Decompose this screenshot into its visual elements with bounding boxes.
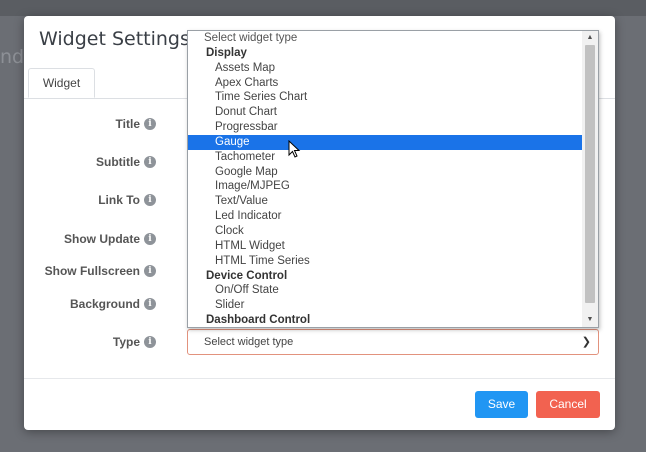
show-update-label-text: Show Update	[63, 232, 140, 246]
modal-title: Widget Settings	[39, 28, 190, 50]
scroll-up-icon[interactable]: ▲	[582, 32, 598, 44]
tab-widget[interactable]: Widget	[28, 68, 95, 98]
type-select-value: Select widget type	[204, 336, 294, 348]
option-list: Select widget type Display Assets Map Apex …	[188, 31, 582, 327]
option-assets-map[interactable]: Assets Map	[188, 61, 582, 76]
option-led-indicator[interactable]: Led Indicator	[188, 209, 582, 224]
option-html-widget[interactable]: HTML Widget	[188, 239, 582, 254]
option-select-widget-type[interactable]: Select widget type	[188, 31, 582, 46]
option-slider[interactable]: Slider	[188, 298, 582, 313]
link-to-label: Link To i	[98, 193, 156, 207]
background-label-text: Background	[69, 297, 140, 311]
option-google-map[interactable]: Google Map	[188, 165, 582, 180]
save-button[interactable]: Save	[475, 391, 528, 418]
cancel-button[interactable]: Cancel	[536, 391, 600, 418]
title-label-text: Title	[115, 117, 140, 131]
option-group-display: Display	[206, 46, 247, 59]
type-select[interactable]: Select widget type ❯	[187, 329, 599, 355]
type-label-text: Type	[112, 335, 140, 349]
info-icon[interactable]: i	[144, 336, 156, 348]
title-label: Title i	[116, 117, 156, 131]
scrollbar[interactable]: ▲ ▼	[582, 31, 598, 327]
option-progressbar[interactable]: Progressbar	[188, 120, 582, 135]
show-update-label: Show Update i	[64, 232, 156, 246]
footer-divider	[24, 378, 615, 379]
option-text-value[interactable]: Text/Value	[188, 194, 582, 209]
mouse-pointer-icon	[288, 140, 301, 158]
subtitle-label: Subtitle i	[96, 155, 156, 169]
info-icon[interactable]: i	[144, 194, 156, 206]
option-clock[interactable]: Clock	[188, 224, 582, 239]
scroll-down-icon[interactable]: ▼	[582, 314, 598, 326]
widget-type-dropdown[interactable]: Select widget type Display Assets Map Apex …	[187, 30, 599, 328]
option-group-device-control: Device Control	[206, 269, 288, 282]
show-fullscreen-label-text: Show Fullscreen	[44, 264, 140, 278]
option-on-off-state[interactable]: On/Off State	[188, 283, 582, 298]
info-icon[interactable]: i	[144, 298, 156, 310]
info-icon[interactable]: i	[144, 233, 156, 245]
option-time-series-chart[interactable]: Time Series Chart	[188, 90, 582, 105]
background-header	[0, 0, 646, 16]
option-group-dashboard-control: Dashboard Control	[206, 314, 311, 327]
type-label: Type i	[113, 335, 156, 349]
info-icon[interactable]: i	[144, 156, 156, 168]
chevron-down-icon: ❯	[581, 336, 591, 348]
info-icon[interactable]: i	[144, 265, 156, 277]
option-image-mjpeg[interactable]: Image/MJPEG	[188, 179, 582, 194]
option-gauge[interactable]: Gauge	[188, 134, 582, 150]
option-tachometer[interactable]: Tachometer	[188, 150, 582, 165]
background-page-text: nd	[0, 46, 25, 68]
scroll-thumb[interactable]	[585, 45, 595, 303]
option-apex-charts[interactable]: Apex Charts	[188, 76, 582, 91]
show-fullscreen-label: Show Fullscreen i	[45, 264, 156, 278]
background-label: Background i	[70, 297, 156, 311]
info-icon[interactable]: i	[144, 118, 156, 130]
link-to-label-text: Link To	[98, 193, 140, 207]
subtitle-label-text: Subtitle	[96, 155, 140, 169]
option-donut-chart[interactable]: Donut Chart	[188, 105, 582, 120]
option-html-time-series[interactable]: HTML Time Series	[188, 254, 582, 269]
